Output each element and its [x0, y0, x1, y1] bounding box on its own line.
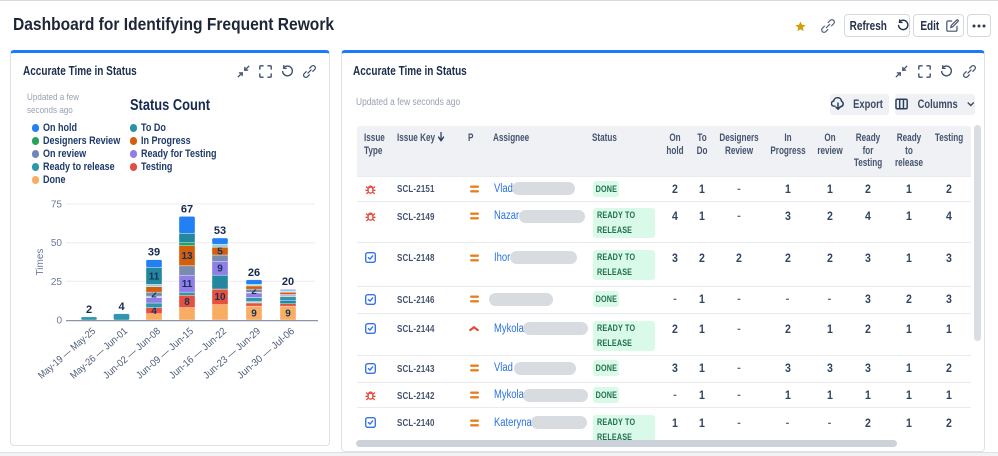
- svg-text:39: 39: [148, 247, 160, 259]
- svg-text:9: 9: [217, 264, 223, 275]
- svg-text:11: 11: [182, 279, 193, 290]
- svg-text:Times: Times: [35, 249, 46, 276]
- svg-text:Jun-23 — Jun-29: Jun-23 — Jun-29: [201, 326, 263, 382]
- svg-text:9: 9: [285, 308, 291, 319]
- svg-text:Jun-09 — Jun-15: Jun-09 — Jun-15: [134, 326, 196, 382]
- svg-text:2: 2: [86, 304, 92, 316]
- svg-text:Jun-02 — Jun-08: Jun-02 — Jun-08: [101, 326, 163, 382]
- svg-text:Jun-16 — Jun-22: Jun-16 — Jun-22: [167, 326, 229, 382]
- svg-text:67: 67: [181, 203, 193, 215]
- svg-text:26: 26: [248, 267, 260, 279]
- svg-text:May-26 — Jun-01: May-26 — Jun-01: [68, 326, 130, 382]
- svg-text:Jun-30 — Jul-06: Jun-30 — Jul-06: [235, 326, 297, 382]
- svg-text:5: 5: [217, 247, 223, 258]
- svg-text:75: 75: [51, 200, 63, 211]
- svg-text:4: 4: [118, 301, 125, 313]
- svg-text:25: 25: [51, 277, 63, 288]
- svg-text:8: 8: [184, 297, 190, 308]
- svg-text:0: 0: [56, 316, 62, 327]
- svg-text:20: 20: [282, 276, 294, 288]
- svg-text:13: 13: [181, 251, 193, 262]
- svg-text:10: 10: [214, 292, 226, 303]
- svg-text:11: 11: [149, 271, 160, 282]
- svg-text:50: 50: [51, 238, 63, 249]
- svg-text:9: 9: [251, 308, 257, 319]
- svg-text:53: 53: [214, 225, 226, 237]
